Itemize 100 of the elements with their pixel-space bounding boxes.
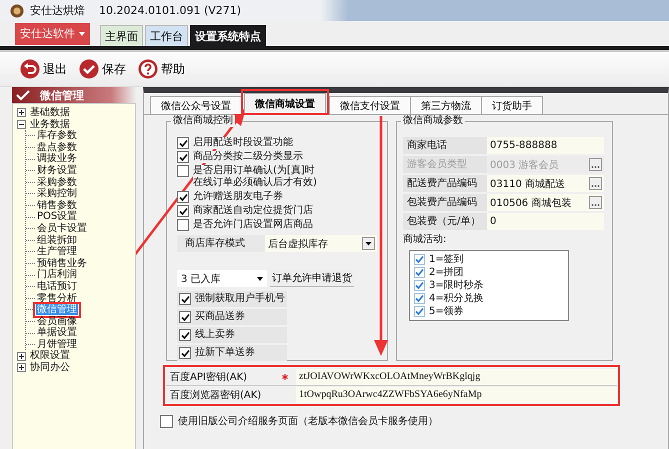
checkbox[interactable]: [160, 414, 173, 428]
lookup-icon[interactable]: [589, 196, 602, 209]
option-label: 买商品送券: [195, 311, 245, 323]
checkbox[interactable]: [179, 347, 191, 359]
field-label: 商家电话: [403, 137, 487, 154]
input-field[interactable]: 0: [487, 213, 604, 230]
checkbox[interactable]: [177, 165, 189, 177]
field-label: 百度API密钥(AK): [169, 370, 248, 384]
option-label: 允许赠送朋友电子券: [193, 191, 283, 203]
stock-mode-dropdown[interactable]: 后台虚拟库存: [265, 235, 377, 252]
app-menu-button[interactable]: 安仕达软件: [15, 22, 90, 44]
tree-item[interactable]: 调拔业务: [36, 153, 78, 165]
tree-item[interactable]: 组装拆卸: [36, 234, 78, 246]
tree-item[interactable]: 会员画像: [36, 316, 78, 328]
toolbar-button[interactable]: 退出: [18, 59, 69, 79]
top-tab[interactable]: 设置系统特点: [190, 25, 266, 46]
tree-item[interactable]: 生产管理: [36, 246, 78, 258]
tree-item[interactable]: 月饼管理: [36, 338, 78, 350]
checkbox[interactable]: [179, 329, 191, 341]
tree-item[interactable]: 业务数据: [29, 118, 71, 130]
checkbox[interactable]: [179, 311, 191, 323]
lookup-icon[interactable]: [589, 177, 602, 190]
checkmark-icon: [79, 59, 99, 79]
activity-label: 2=拼团: [429, 266, 464, 279]
top-tab[interactable]: 工作台: [145, 25, 188, 46]
field-label: 游客会员类型: [403, 156, 487, 173]
tree-item[interactable]: 预销售业务: [36, 258, 88, 270]
window-title: 安仕达烘焙: [30, 3, 85, 18]
toolbar-button[interactable]: 保存: [77, 59, 128, 79]
activity-label: 3=限时秒杀: [429, 279, 484, 292]
tree-item[interactable]: 单据设置: [36, 327, 78, 339]
tree-item[interactable]: 财务设置: [36, 164, 78, 177]
tree-item[interactable]: 会员卡设置: [36, 222, 88, 235]
tree-item[interactable]: 零售分析: [36, 292, 78, 304]
input-field[interactable]: 010506 商城包装: [487, 194, 604, 211]
tab[interactable]: 微信商城设置: [244, 93, 326, 113]
tree-item[interactable]: 采购控制: [36, 188, 78, 200]
expander-icon[interactable]: [17, 352, 26, 361]
tree-item[interactable]: 协同办公: [29, 362, 71, 374]
checkbox[interactable]: [414, 293, 425, 304]
input-field[interactable]: 1tOwpqRu3OArwc4ZZWFbSYA6e6yNfaMp: [296, 386, 617, 402]
checkbox[interactable]: [177, 137, 189, 149]
checkbox[interactable]: [177, 151, 189, 163]
tab[interactable]: 微信支付设置: [329, 96, 411, 114]
tree-item[interactable]: 权限设置: [29, 350, 71, 362]
tree-item[interactable]: POS设置: [36, 211, 78, 223]
sidebar-title: 微信管理: [40, 88, 84, 102]
toolbar-button[interactable]: 帮助: [136, 59, 187, 79]
checkbox[interactable]: [414, 267, 425, 278]
checkmark-icon: [16, 90, 30, 100]
checkbox[interactable]: [177, 219, 189, 231]
input-field[interactable]: 0755-888888: [487, 137, 604, 154]
option-label: 线上卖券: [195, 329, 235, 341]
checkbox[interactable]: [177, 205, 189, 217]
caret-icon: [257, 276, 263, 280]
expander-icon[interactable]: [17, 108, 26, 118]
checkbox[interactable]: [179, 293, 191, 305]
field-label: 百度浏览器密钥(AK): [169, 388, 262, 402]
group-title: 微信商城控制: [171, 115, 235, 127]
field-label: 包装费产品编码: [403, 194, 487, 211]
checkbox[interactable]: [177, 191, 189, 203]
dropdown-icon: [362, 237, 375, 250]
return-button[interactable]: 订单允许申请退货: [270, 270, 354, 287]
tree-item[interactable]: 库存参数: [36, 130, 78, 142]
option-label: 拉新下单送券: [195, 347, 255, 359]
activity-label: 4=积分兑换: [429, 292, 484, 305]
input-field[interactable]: 03110 商城配送: [487, 175, 604, 192]
caret-icon: [79, 32, 85, 36]
top-tab[interactable]: 主界面: [100, 25, 143, 46]
expander-icon[interactable]: [17, 120, 26, 129]
option-label: 强制获取用户手机号: [195, 293, 285, 305]
activity-label: 1=签到: [429, 253, 464, 266]
field-label: 包装费（元/单）: [403, 213, 487, 230]
option-label: 商家配送自动定位提货门店: [193, 205, 313, 217]
tree-item[interactable]: 门店利润: [36, 269, 78, 281]
tree-item[interactable]: 采购参数: [36, 176, 78, 188]
tab[interactable]: 订货助手: [481, 96, 543, 114]
tree-item[interactable]: 盘点参数: [36, 142, 78, 154]
expander-icon[interactable]: [17, 363, 26, 372]
undo-icon: [20, 59, 40, 79]
tree-item[interactable]: 销售参数: [36, 200, 78, 212]
checkbox[interactable]: [414, 254, 425, 265]
checkbox[interactable]: [414, 306, 425, 317]
tab[interactable]: 微信公众号设置: [150, 96, 242, 114]
return-status-dropdown[interactable]: 3 已入库: [177, 270, 267, 287]
activities-label: 商城活动:: [403, 232, 448, 246]
option-label: 启用配送时段设置功能: [193, 137, 293, 149]
app-icon: [10, 4, 24, 18]
group-title: 微信商城参数: [401, 115, 465, 127]
version-text: 10.2024.0101.091 (V271): [99, 4, 242, 17]
tree-item[interactable]: 电话预订: [36, 280, 78, 292]
field-label: 商店库存模式: [184, 236, 246, 251]
help-icon: [138, 59, 158, 79]
field-label: 配送费产品编码: [403, 175, 487, 192]
tab[interactable]: 第三方物流: [410, 96, 482, 114]
tree-item[interactable]: 基础数据: [29, 107, 71, 119]
checkbox[interactable]: [414, 280, 425, 291]
required-icon: [282, 374, 288, 380]
input-field[interactable]: ztJOIAVOWrWKxcOLOAtMneyWrBKglqjg: [296, 368, 617, 384]
option-label: 商品分类按二级分类显示: [193, 151, 303, 163]
